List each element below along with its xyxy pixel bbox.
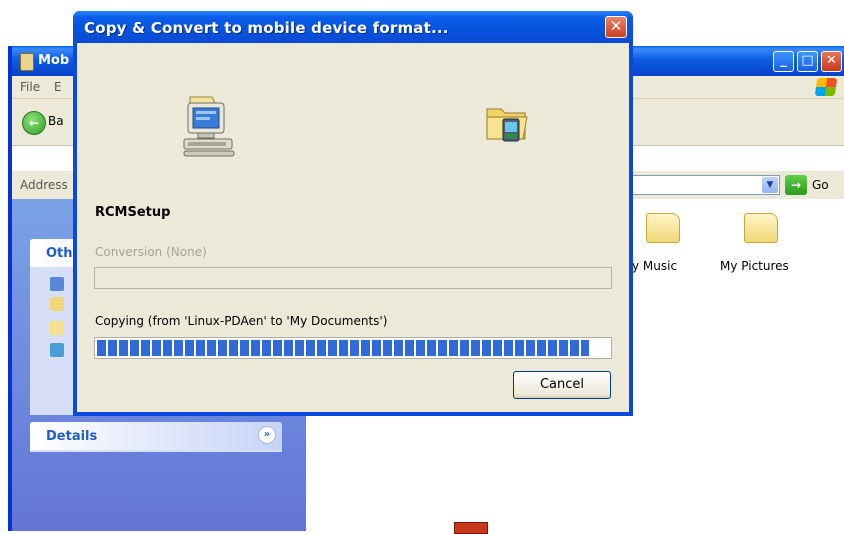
chevron-down-icon[interactable]: ▼ (762, 177, 778, 193)
address-label: Address (20, 178, 68, 192)
conversion-label: Conversion (None) (95, 245, 207, 259)
folder-label-pictures[interactable]: My Pictures (720, 259, 789, 273)
network-icon[interactable] (50, 343, 64, 357)
folder-icon[interactable] (50, 321, 64, 335)
app-icon (20, 53, 34, 71)
go-arrow-icon[interactable]: → (785, 175, 807, 195)
other-places-title: Oth (46, 246, 73, 261)
back-arrow-icon[interactable]: ← (22, 111, 46, 135)
minimize-button[interactable]: _ (773, 51, 794, 72)
explorer-title: Mob (38, 53, 70, 68)
copy-convert-dialog: Copy & Convert to mobile device format..… (73, 11, 633, 416)
details-title: Details (46, 429, 98, 444)
menu-edit[interactable]: E (54, 80, 62, 94)
close-icon[interactable]: ✕ (605, 16, 627, 38)
taskbar-item-icon (454, 522, 488, 534)
details-panel: Details » (30, 422, 282, 452)
conversion-progress-bar (94, 267, 612, 289)
mobile-folder-icon (486, 108, 528, 142)
expand-chevron-icon[interactable]: » (258, 426, 276, 444)
go-button[interactable]: Go (812, 178, 829, 192)
folder-label-music[interactable]: y Music (632, 259, 677, 273)
dialog-title: Copy & Convert to mobile device format..… (84, 19, 449, 37)
menu-file[interactable]: File (20, 80, 40, 94)
my-music-folder-icon[interactable] (646, 213, 680, 243)
my-pictures-folder-icon[interactable] (744, 213, 778, 243)
explorer-close-button[interactable]: ✕ (821, 51, 842, 72)
details-header[interactable]: Details » (30, 422, 282, 450)
copy-progress-bar (94, 337, 612, 359)
cancel-button[interactable]: Cancel (513, 371, 611, 399)
file-name: RCMSetup (95, 205, 171, 220)
back-label[interactable]: Ba (48, 114, 64, 128)
copy-progress-fill (97, 340, 589, 356)
copying-label: Copying (from 'Linux-PDAen' to 'My Docum… (95, 314, 388, 328)
documents-icon[interactable] (50, 297, 64, 311)
computer-small-icon[interactable] (50, 277, 64, 291)
address-field[interactable]: ▼ (632, 175, 780, 195)
windows-logo-icon (814, 78, 838, 96)
dialog-body: RCMSetup Conversion (None) Copying (from… (77, 43, 629, 412)
computer-icon (183, 96, 235, 157)
dialog-titlebar[interactable]: Copy & Convert to mobile device format..… (73, 11, 633, 43)
maximize-button[interactable]: □ (797, 51, 818, 72)
